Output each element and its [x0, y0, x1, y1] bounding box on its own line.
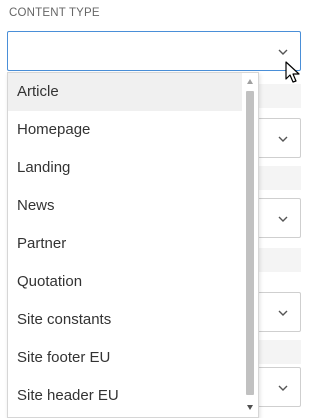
option-article[interactable]: Article — [8, 73, 242, 111]
option-partner[interactable]: Partner — [8, 225, 242, 263]
option-site-header-eu[interactable]: Site header EU — [8, 377, 242, 415]
content-type-dropdown: Article Homepage Landing News Partner Qu… — [7, 72, 259, 418]
content-type-select[interactable] — [7, 31, 301, 71]
option-news[interactable]: News — [8, 187, 242, 225]
option-homepage[interactable]: Homepage — [8, 111, 242, 149]
content-type-form: CONTENT TYPE Article Homepage Landing Ne… — [0, 0, 303, 418]
mouse-pointer-icon — [285, 61, 300, 83]
option-site-constants[interactable]: Site constants — [8, 301, 242, 339]
option-site-footer-eu[interactable]: Site footer EU — [8, 339, 242, 377]
scroll-up-arrow-icon[interactable] — [246, 78, 254, 86]
scroll-thumb[interactable] — [246, 91, 254, 395]
scroll-down-arrow-icon[interactable] — [246, 403, 254, 411]
chevron-down-icon[interactable] — [276, 45, 290, 59]
chevron-down-icon — [278, 136, 288, 142]
option-quotation[interactable]: Quotation — [8, 263, 242, 301]
chevron-down-icon — [278, 216, 288, 222]
chevron-down-icon — [278, 385, 288, 391]
dropdown-scrollbar[interactable] — [242, 73, 258, 417]
option-landing[interactable]: Landing — [8, 149, 242, 187]
chevron-down-icon — [278, 310, 288, 316]
content-type-label: CONTENT TYPE — [9, 7, 100, 19]
